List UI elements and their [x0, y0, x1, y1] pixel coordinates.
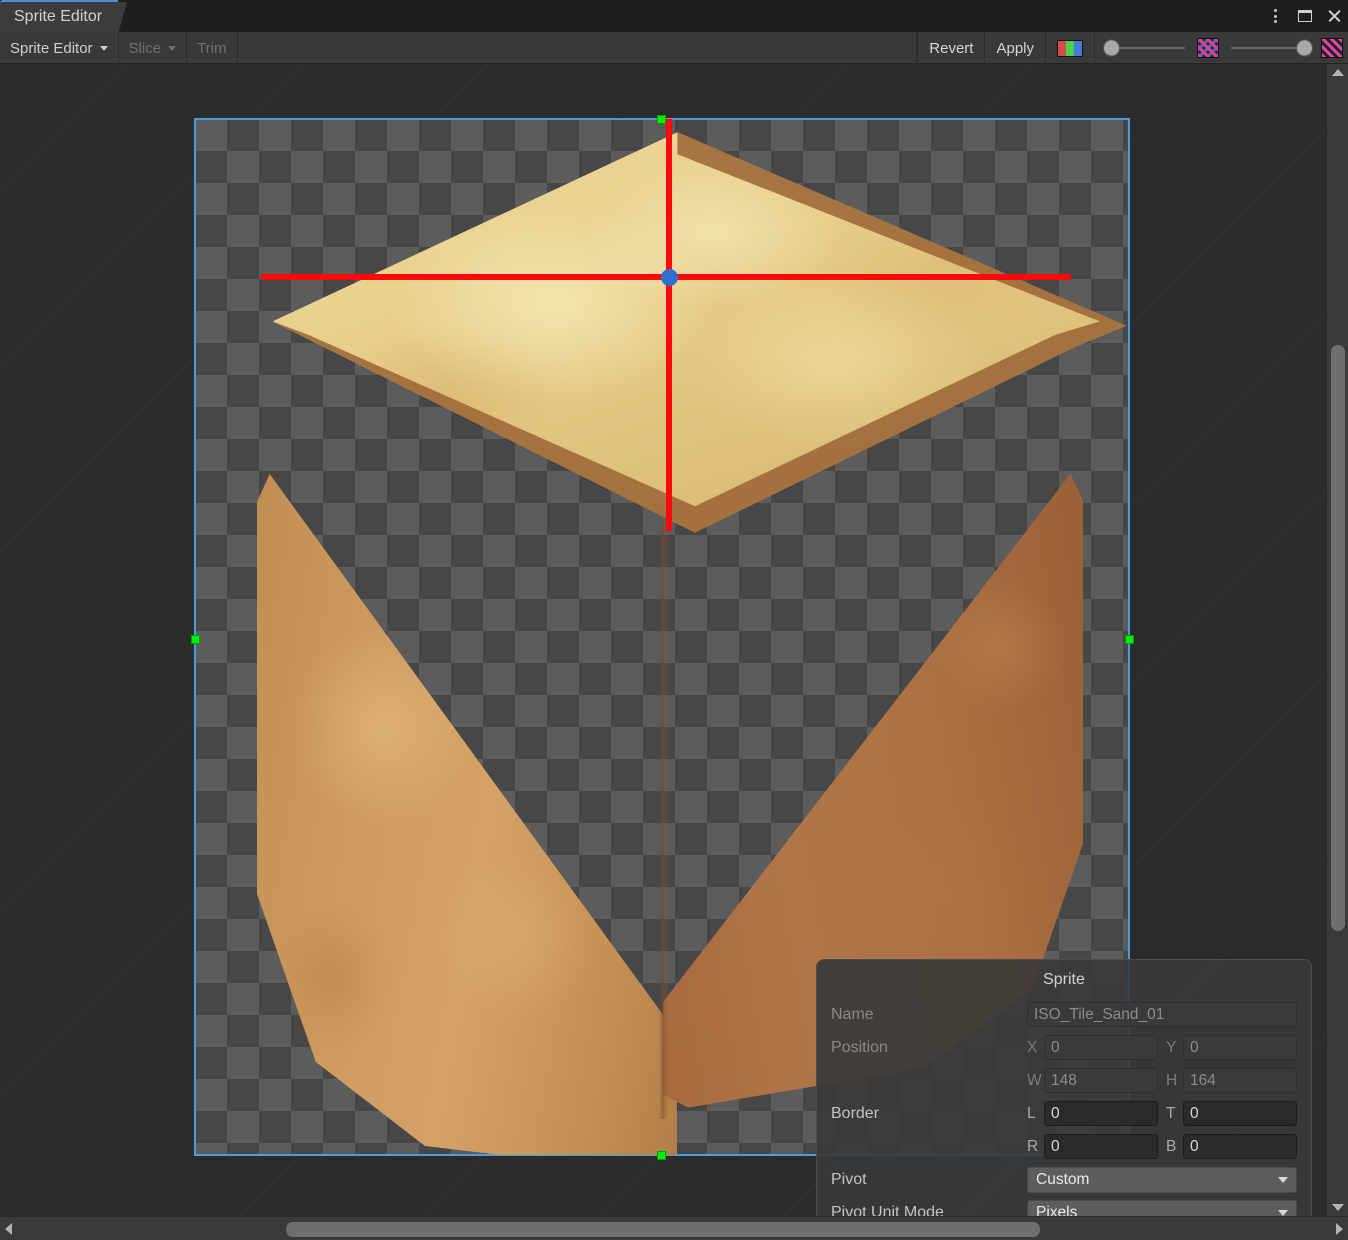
border-r-input[interactable]: 0: [1044, 1134, 1158, 1159]
row-border-2: R 0 B 0: [831, 1130, 1297, 1163]
toolbar-mode-label: Sprite Editor: [10, 39, 93, 57]
cube-vertical-seam: [659, 519, 669, 1119]
row-size: W 148 H 164: [831, 1064, 1297, 1097]
name-input[interactable]: ISO_Tile_Sand_01: [1027, 1002, 1297, 1027]
apply-button[interactable]: Apply: [984, 32, 1045, 64]
alpha-slider-knob[interactable]: [1296, 39, 1313, 57]
vertical-scroll-thumb[interactable]: [1331, 345, 1345, 931]
position-w-key: W: [1027, 1071, 1042, 1089]
vertical-scrollbar[interactable]: [1326, 64, 1348, 1216]
position-h-input[interactable]: 164: [1183, 1068, 1297, 1093]
toolbar-mode-dropdown[interactable]: Sprite Editor: [0, 32, 119, 64]
row-pivot: Pivot Custom: [831, 1163, 1297, 1196]
pivot-dropdown[interactable]: Custom: [1027, 1166, 1297, 1193]
rgb-channel-icon[interactable]: [1045, 32, 1094, 64]
horizontal-scrollbar[interactable]: [0, 1216, 1348, 1240]
chevron-down-icon: [99, 45, 108, 51]
pivot-unit-label: Pivot Unit Mode: [831, 1203, 944, 1217]
position-x-input[interactable]: 0: [1044, 1035, 1158, 1060]
chevron-down-icon: [168, 45, 177, 51]
pivot-value: Custom: [1036, 1170, 1090, 1188]
toolbar-slice-label: Slice: [128, 39, 162, 57]
sprite-canvas[interactable]: Sprite Name ISO_Tile_Sand_01 Position X …: [0, 64, 1326, 1216]
chevron-down-icon: [1278, 1176, 1288, 1183]
checkerboard-icon[interactable]: [1321, 32, 1348, 64]
position-y-input[interactable]: 0: [1183, 1035, 1297, 1060]
sprite-editor-toolbar: Sprite Editor Slice Trim Revert Apply: [0, 32, 1348, 64]
alpha-slider[interactable]: [1223, 32, 1321, 64]
rect-handle-top[interactable]: [657, 115, 666, 124]
scroll-right-icon[interactable]: [1336, 1222, 1343, 1235]
revert-button[interactable]: Revert: [917, 32, 984, 64]
toolbar-right-group: Revert Apply: [917, 32, 1348, 64]
pivot-unit-value: Pixels: [1036, 1203, 1078, 1217]
chevron-down-icon: [1278, 1209, 1288, 1216]
kebab-menu-icon[interactable]: [1261, 0, 1290, 32]
position-w-input[interactable]: 148: [1044, 1068, 1158, 1093]
position-x-key: X: [1027, 1038, 1038, 1056]
border-t-key: T: [1166, 1104, 1176, 1122]
border-l-input[interactable]: 0: [1044, 1101, 1158, 1126]
window-titlebar: Sprite Editor: [0, 0, 1348, 34]
position-label: Position: [831, 1038, 888, 1056]
pivot-label: Pivot: [831, 1170, 867, 1188]
pivot-handle[interactable]: [661, 269, 678, 286]
border-r-key: R: [1027, 1137, 1039, 1155]
apply-label: Apply: [996, 39, 1034, 57]
row-pivot-unit: Pivot Unit Mode Pixels: [831, 1196, 1297, 1216]
window-controls: [1261, 0, 1348, 32]
border-b-input[interactable]: 0: [1183, 1134, 1297, 1159]
position-y-key: Y: [1166, 1038, 1177, 1056]
toolbar-slice-dropdown[interactable]: Slice: [119, 32, 188, 64]
position-h-key: H: [1166, 1071, 1178, 1089]
alpha-channel-icon[interactable]: [1193, 32, 1223, 64]
cube-top-face: [272, 132, 1127, 533]
row-border: Border L 0 T 0: [831, 1097, 1297, 1130]
row-position: Position X 0 Y 0: [831, 1031, 1297, 1064]
border-t-input[interactable]: 0: [1183, 1101, 1297, 1126]
scroll-down-icon[interactable]: [1331, 1204, 1344, 1211]
tab-strip: Sprite Editor: [0, 0, 128, 34]
row-name: Name ISO_Tile_Sand_01: [831, 998, 1297, 1031]
toolbar-trim-label: Trim: [197, 39, 227, 57]
revert-label: Revert: [929, 39, 974, 57]
toolbar-spacer: [238, 32, 918, 63]
pivot-vertical-line: [666, 119, 672, 531]
scroll-left-icon[interactable]: [5, 1222, 12, 1235]
horizontal-scroll-thumb[interactable]: [286, 1222, 1040, 1237]
rect-handle-bottom[interactable]: [657, 1151, 666, 1160]
name-label: Name: [831, 1005, 874, 1023]
rect-handle-left[interactable]: [191, 635, 200, 644]
cube-left-face: [257, 474, 677, 1155]
scroll-up-icon[interactable]: [1331, 69, 1344, 76]
zoom-slider[interactable]: [1094, 32, 1193, 64]
panel-title: Sprite: [1043, 971, 1085, 988]
zoom-slider-knob[interactable]: [1103, 39, 1120, 57]
border-l-key: L: [1027, 1104, 1036, 1122]
close-icon[interactable]: [1319, 0, 1348, 32]
border-label: Border: [831, 1104, 880, 1122]
toolbar-trim-button[interactable]: Trim: [187, 32, 238, 64]
maximize-icon[interactable]: [1290, 0, 1319, 32]
window-tab-label: Sprite Editor: [14, 8, 103, 25]
pivot-unit-dropdown[interactable]: Pixels: [1027, 1199, 1297, 1217]
rect-handle-right[interactable]: [1125, 635, 1134, 644]
window-tab-sprite-editor[interactable]: Sprite Editor: [0, 0, 128, 34]
border-b-key: B: [1166, 1137, 1177, 1155]
sprite-inspector-panel[interactable]: Sprite Name ISO_Tile_Sand_01 Position X …: [816, 959, 1312, 1216]
